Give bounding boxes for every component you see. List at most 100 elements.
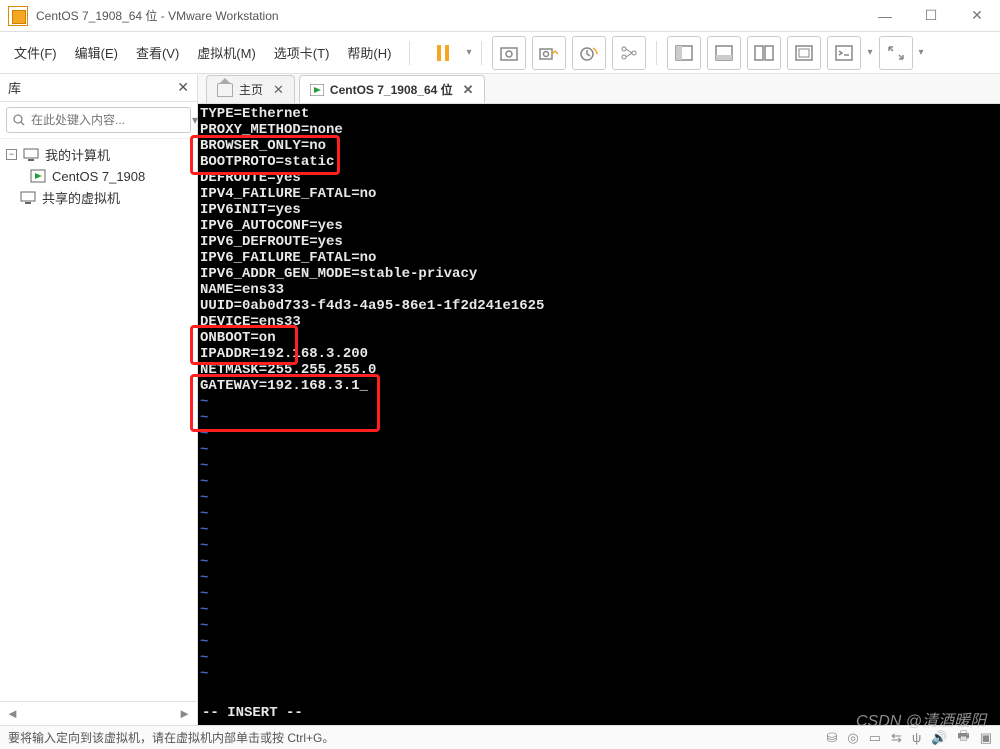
fullscreen-button[interactable]: [787, 36, 821, 70]
menu-vm[interactable]: 虚拟机(M): [189, 38, 264, 67]
tree-icon: [619, 44, 639, 62]
dropdown-icon[interactable]: ▾: [466, 47, 471, 58]
search-input[interactable]: [31, 113, 186, 127]
terminal-line: IPADDR=192.168.3.200: [198, 346, 1000, 362]
tab-home[interactable]: 主页 ✕: [206, 75, 295, 103]
snapshot-tree-button[interactable]: [612, 36, 646, 70]
tab-home-label: 主页: [239, 81, 263, 98]
terminal-tilde: ~: [198, 458, 1000, 474]
terminal-line: IPV6_ADDR_GEN_MODE=stable-privacy: [198, 266, 1000, 282]
snapshot-manager-icon: [539, 44, 559, 62]
tab-close-icon[interactable]: ✕: [273, 82, 284, 98]
menu-edit[interactable]: 编辑(E): [67, 38, 126, 67]
menu-view[interactable]: 查看(V): [128, 38, 187, 67]
dropdown-icon[interactable]: ▾: [919, 47, 924, 58]
menu-file[interactable]: 文件(F): [6, 38, 65, 67]
vmware-app-icon: [8, 6, 28, 26]
fullscreen-icon: [794, 44, 814, 62]
vm-running-icon: [30, 168, 46, 184]
terminal-tilde: ~: [198, 634, 1000, 650]
terminal-tilde: ~: [198, 650, 1000, 666]
terminal-line: BOOTPROTO=static: [198, 154, 1000, 170]
tree-shared-label: 共享的虚拟机: [42, 188, 120, 207]
tab-close-icon[interactable]: ✕: [463, 82, 474, 98]
terminal-tilde: ~: [198, 490, 1000, 506]
tree-shared-vms[interactable]: 共享的虚拟机: [0, 186, 197, 209]
tree-root-my-computer[interactable]: − 我的计算机: [0, 143, 197, 166]
tab-vm-centos[interactable]: CentOS 7_1908_64 位 ✕: [299, 75, 485, 103]
computer-icon: [23, 147, 39, 163]
terminal-line: DEVICE=ens33: [198, 314, 1000, 330]
device-sound-icon[interactable]: 🔊: [931, 730, 947, 746]
layout-multi-icon: [754, 44, 774, 62]
vm-running-icon: [310, 84, 324, 96]
terminal-tilde: ~: [198, 570, 1000, 586]
terminal-tilde: ~: [198, 474, 1000, 490]
window-title: CentOS 7_1908_64 位 - VMware Workstation: [36, 7, 862, 24]
pause-button[interactable]: [426, 36, 460, 70]
terminal-line: IPV4_FAILURE_FATAL=no: [198, 186, 1000, 202]
terminal-tilde: ~: [198, 554, 1000, 570]
tree-vm-label: CentOS 7_1908: [52, 169, 145, 184]
terminal-line: NETMASK=255.255.255.0: [198, 362, 1000, 378]
stretch-button[interactable]: [879, 36, 913, 70]
terminal-tilde: ~: [198, 442, 1000, 458]
layout-single-icon: [674, 44, 694, 62]
sidebar-title: 库: [8, 78, 21, 97]
terminal-line: DEFROUTE=yes: [198, 170, 1000, 186]
terminal-tilde: ~: [198, 666, 1000, 682]
terminal-line: ONBOOT=on: [198, 330, 1000, 346]
device-cd-icon[interactable]: ◎: [847, 730, 858, 746]
terminal-tilde: ~: [198, 426, 1000, 442]
terminal-tilde: ~: [198, 538, 1000, 554]
device-network-icon[interactable]: ⇆: [891, 730, 902, 746]
tree-root-label: 我的计算机: [45, 145, 110, 164]
layout-thumbnail-button[interactable]: [707, 36, 741, 70]
vim-mode-status: -- INSERT --: [202, 705, 303, 721]
terminal-tilde: ~: [198, 602, 1000, 618]
maximize-button[interactable]: ☐: [908, 0, 954, 32]
terminal-line: IPV6_AUTOCONF=yes: [198, 218, 1000, 234]
terminal-line: NAME=ens33: [198, 282, 1000, 298]
search-icon: [13, 114, 25, 126]
sidebar-close-button[interactable]: ✕: [177, 79, 189, 96]
terminal-line: GATEWAY=192.168.3.1_: [198, 378, 1000, 394]
expander-icon[interactable]: −: [6, 149, 17, 160]
device-display-icon[interactable]: ▣: [980, 730, 992, 746]
vm-terminal[interactable]: TYPE=Ethernet PROXY_METHOD=none BROWSER_…: [198, 104, 1000, 725]
device-usb-icon[interactable]: ψ: [912, 730, 921, 745]
menu-help[interactable]: 帮助(H): [339, 38, 399, 67]
snapshot-manager-button[interactable]: [532, 36, 566, 70]
layout-single-button[interactable]: [667, 36, 701, 70]
revert-snapshot-button[interactable]: [572, 36, 606, 70]
terminal-tilde: ~: [198, 586, 1000, 602]
console-button[interactable]: [827, 36, 861, 70]
terminal-line: IPV6_DEFROUTE=yes: [198, 234, 1000, 250]
status-hint: 要将输入定向到该虚拟机，请在虚拟机内部单击或按 Ctrl+G。: [8, 729, 334, 746]
menu-tabs[interactable]: 选项卡(T): [266, 38, 338, 67]
stretch-icon: [886, 44, 906, 62]
dropdown-icon[interactable]: ▾: [867, 47, 872, 58]
terminal-line: IPV6_FAILURE_FATAL=no: [198, 250, 1000, 266]
layout-multi-button[interactable]: [747, 36, 781, 70]
pause-icon: [435, 44, 451, 62]
shared-icon: [20, 190, 36, 206]
layout-thumb-icon: [714, 44, 734, 62]
console-icon: [834, 44, 854, 62]
device-printer-icon[interactable]: 🖶: [957, 727, 969, 749]
terminal-line: IPV6INIT=yes: [198, 202, 1000, 218]
terminal-tilde: ~: [198, 394, 1000, 410]
close-window-button[interactable]: ✕: [954, 0, 1000, 32]
snapshot-button[interactable]: [492, 36, 526, 70]
tree-vm-centos[interactable]: CentOS 7_1908: [0, 166, 197, 186]
tab-vm-label: CentOS 7_1908_64 位: [330, 81, 453, 98]
snapshot-icon: [499, 44, 519, 62]
home-icon: [217, 83, 233, 97]
device-floppy-icon[interactable]: ▭: [869, 730, 881, 746]
terminal-line: BROWSER_ONLY=no: [198, 138, 1000, 154]
sidebar-prev-button[interactable]: ◄: [6, 706, 19, 721]
terminal-line: PROXY_METHOD=none: [198, 122, 1000, 138]
sidebar-next-button[interactable]: ►: [178, 706, 191, 721]
minimize-button[interactable]: —: [862, 0, 908, 32]
device-disk-icon[interactable]: ⛁: [827, 730, 838, 746]
